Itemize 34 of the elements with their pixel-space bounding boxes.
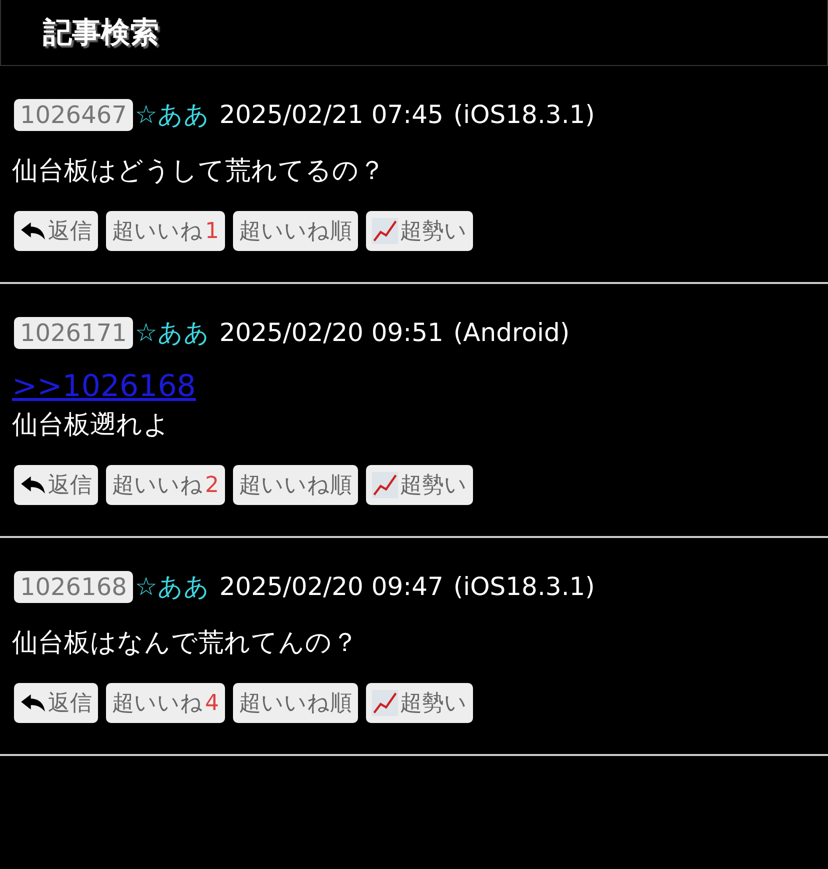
post-date: 2025/02/20 09:47 xyxy=(219,572,444,601)
sort-by-likes-button[interactable]: 超いいね順 xyxy=(233,211,358,251)
like-button[interactable]: 超いいね 2 xyxy=(106,465,225,505)
reply-button[interactable]: 返信 xyxy=(14,465,98,505)
chart-up-icon xyxy=(372,690,398,716)
poster-name: ☆ああ xyxy=(134,99,210,131)
sort-by-likes-button[interactable]: 超いいね順 xyxy=(233,465,358,505)
post-body: 仙台板はどうして荒れてるの？ xyxy=(12,155,386,188)
trend-button[interactable]: 超勢い xyxy=(366,683,473,723)
like-button[interactable]: 超いいね4 xyxy=(106,683,225,723)
post-number[interactable]: 1026467 xyxy=(14,98,133,130)
post-body: 仙台板はなんで荒れてんの？ xyxy=(12,627,359,660)
reply-arrow-icon xyxy=(20,220,46,242)
sort-by-likes-button[interactable]: 超いいね順 xyxy=(233,683,358,723)
post-body: 仙台板遡れよ xyxy=(12,409,171,442)
like-button[interactable]: 超いいね 1 xyxy=(106,211,225,251)
post-date: 2025/02/21 07:45 xyxy=(219,100,444,129)
reply-arrow-icon xyxy=(20,692,46,714)
poster-name: ☆ああ xyxy=(134,317,210,349)
page-title: 記事検索 xyxy=(43,14,159,50)
reply-arrow-icon xyxy=(20,474,46,496)
poster-name: ☆ああ xyxy=(134,571,210,603)
chart-up-icon xyxy=(372,472,398,498)
reply-button[interactable]: 返信 xyxy=(14,683,98,723)
reply-button[interactable]: 返信 xyxy=(14,211,98,251)
device-label: (iOS18.3.1) xyxy=(453,572,595,601)
trend-button[interactable]: 超勢い xyxy=(366,211,473,251)
post-number[interactable]: 1026168 xyxy=(14,570,133,602)
chart-up-icon xyxy=(372,218,398,244)
trend-button[interactable]: 超勢い xyxy=(366,465,473,505)
post-number[interactable]: 1026171 xyxy=(14,316,133,348)
device-label: (Android) xyxy=(453,318,570,347)
device-label: (iOS18.3.1) xyxy=(453,100,595,129)
post-date: 2025/02/20 09:51 xyxy=(219,318,444,347)
